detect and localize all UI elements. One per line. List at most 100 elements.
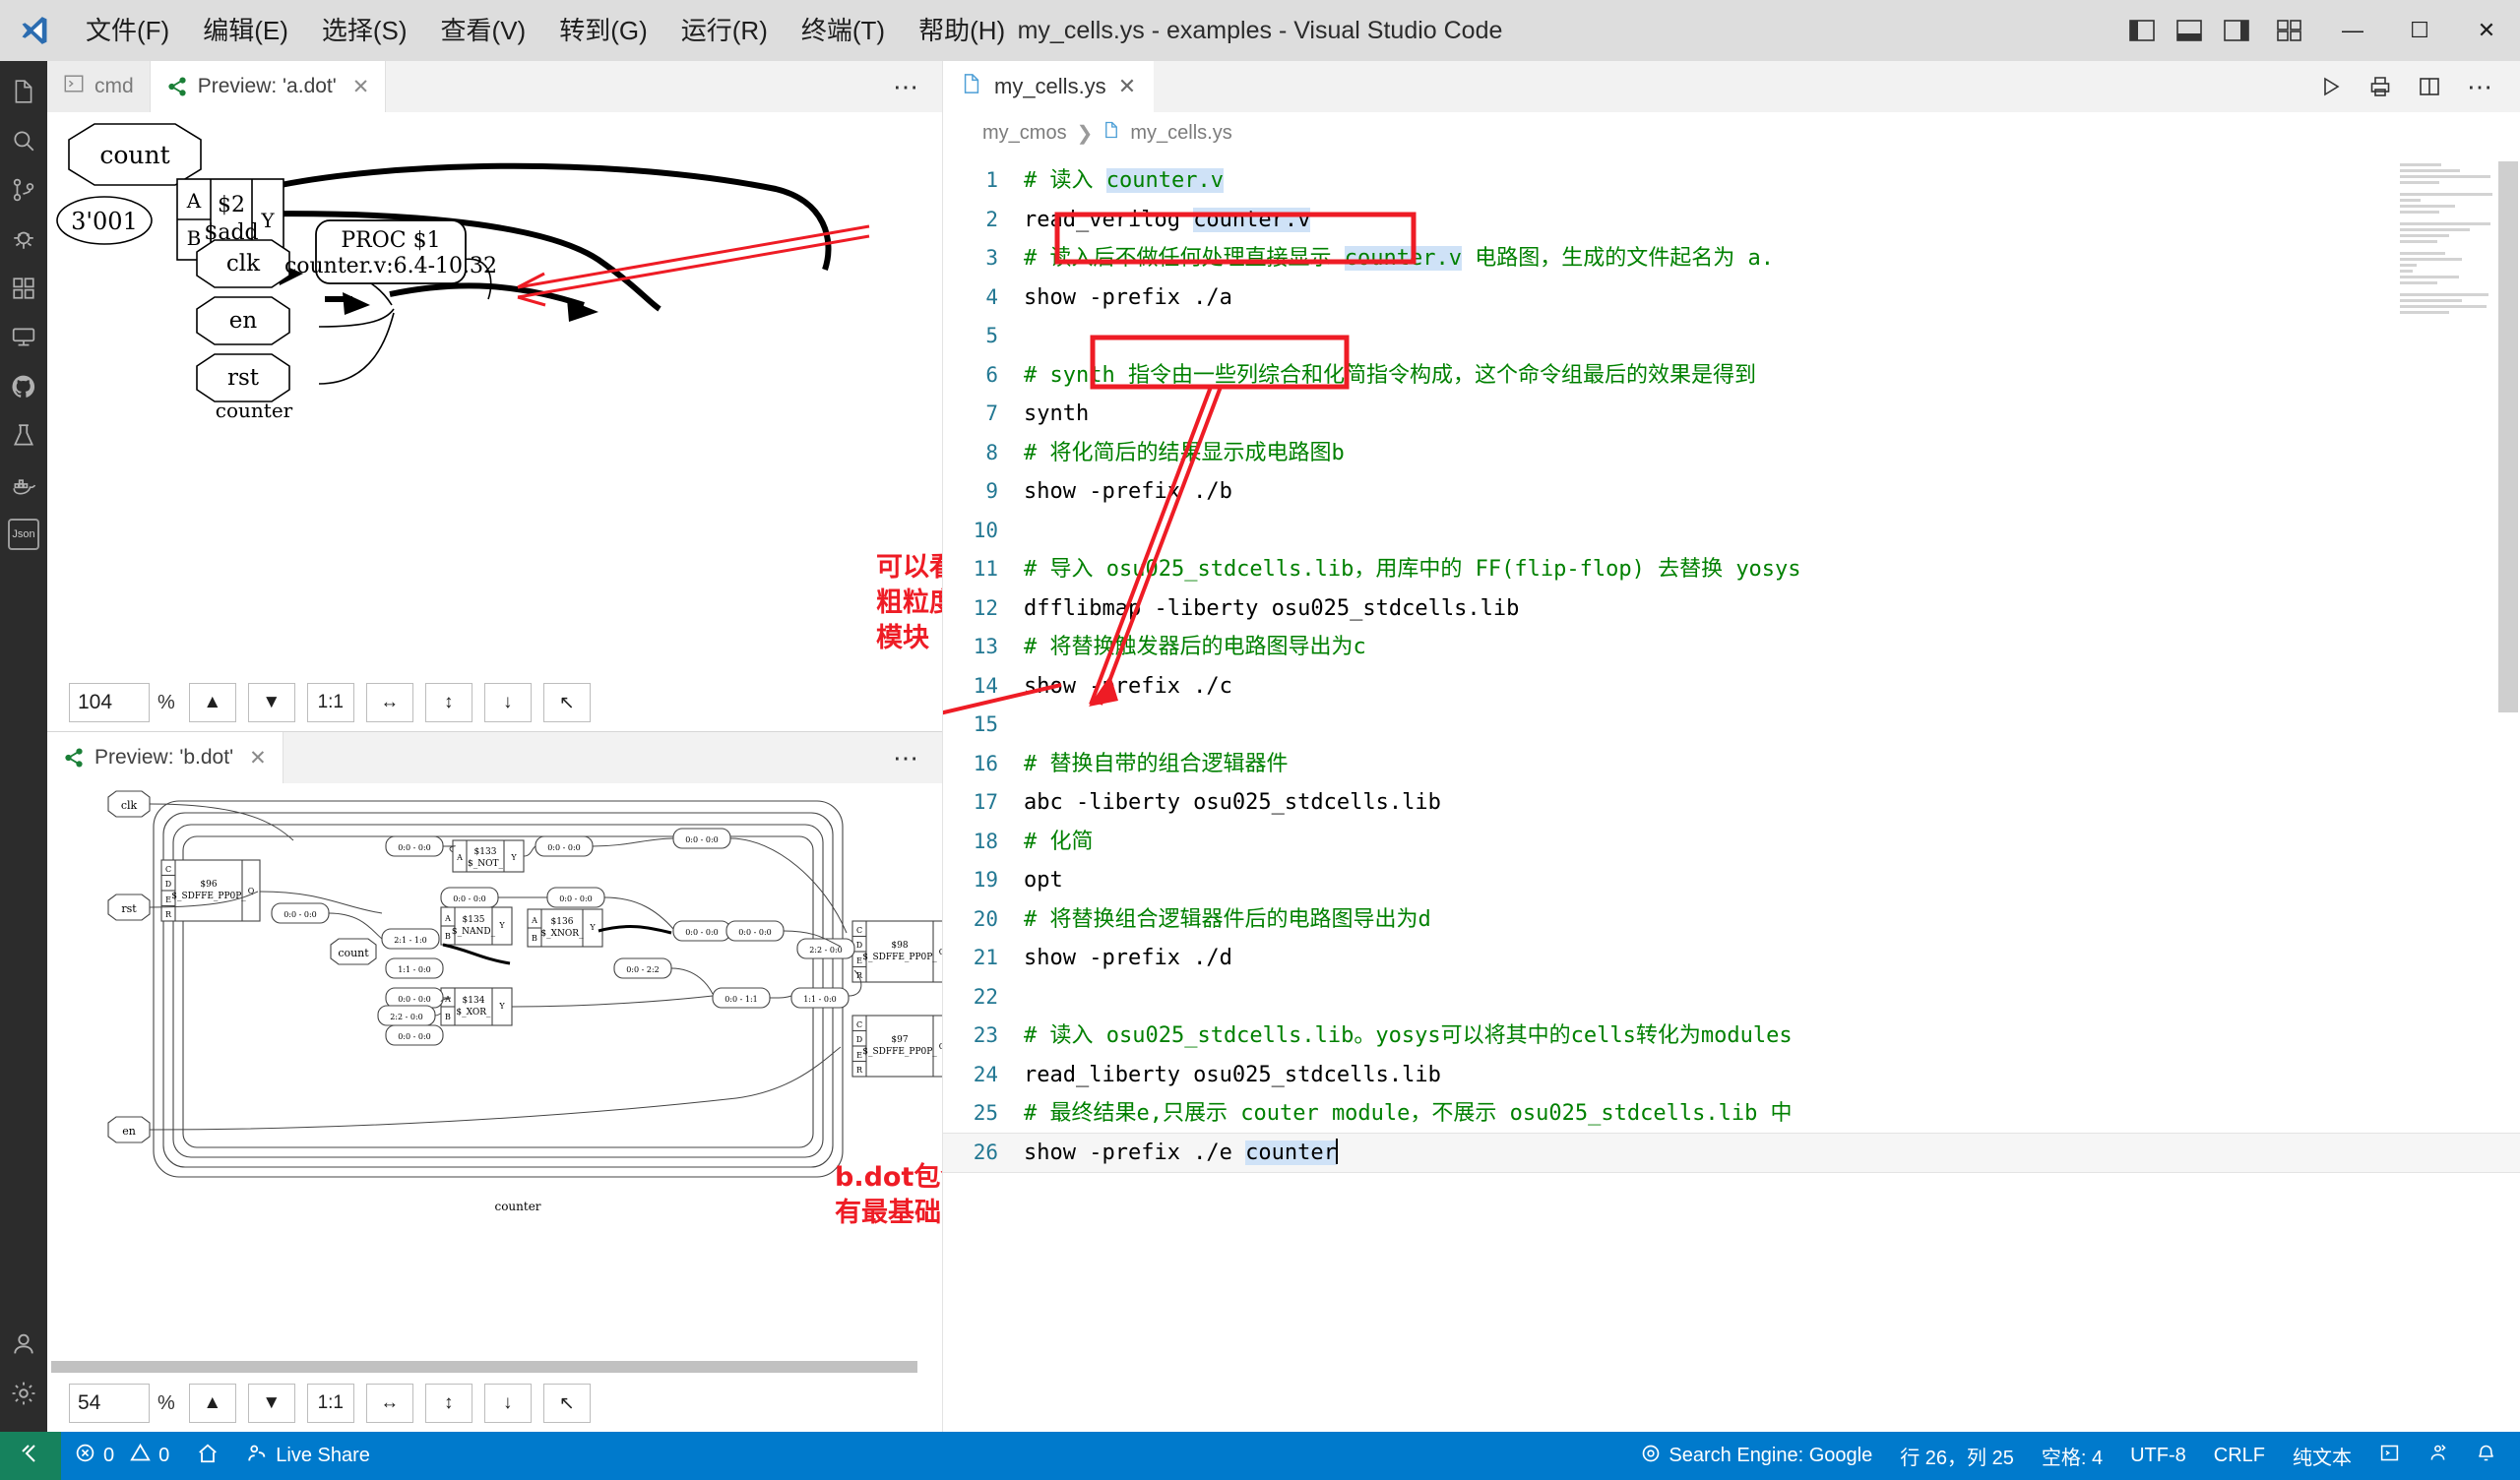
code-line[interactable]: 4 show -prefix ./a (943, 278, 2520, 318)
line-text[interactable]: # 化简 (1024, 823, 1094, 862)
line-text[interactable]: show -prefix ./e counter (1024, 1134, 1338, 1173)
code-line[interactable]: 12 dfflibmap -liberty osu025_stdcells.lib (943, 589, 2520, 629)
code-line[interactable]: 22 (943, 978, 2520, 1018)
code-line[interactable]: 1 # 读入 counter.v (943, 161, 2520, 201)
play-icon[interactable] (2319, 75, 2343, 98)
toggle-sidebar-icon[interactable] (2118, 0, 2166, 61)
code-line[interactable]: 21 show -prefix ./d (943, 939, 2520, 978)
menu-selection[interactable]: 选择(S) (305, 13, 424, 49)
code-line[interactable]: 15 (943, 706, 2520, 745)
fit-page-button[interactable]: ↖ (542, 683, 591, 722)
status-eol[interactable]: CRLF (2200, 1432, 2279, 1480)
editor-vertical-scrollbar[interactable] (2494, 154, 2520, 1432)
zoom-reset-button[interactable]: 1:1 (306, 1384, 354, 1423)
status-cursor-position[interactable]: 行 26，列 25 (1886, 1432, 2028, 1480)
line-text[interactable]: synth (1024, 395, 1089, 434)
toggle-secondary-sidebar-icon[interactable] (2213, 0, 2260, 61)
line-text[interactable]: # synth 指令由一些列综合和化简指令构成，这个命令组最后的效果是得到 (1024, 356, 1756, 396)
line-text[interactable]: # 将替换触发器后的电路图导出为c (1024, 628, 1366, 667)
remote-indicator[interactable] (0, 1432, 61, 1480)
tab-preview-a-dot[interactable]: Preview: 'a.dot' ✕ (150, 61, 387, 112)
fit-width-button[interactable]: ↔ (365, 1384, 413, 1423)
code-line[interactable]: 5 (943, 317, 2520, 356)
code-lines[interactable]: 1 # 读入 counter.v 2 read_verilog counter.v 3 #… (943, 154, 2520, 1173)
code-line[interactable]: 3 # 读入后不做任何处理直接显示 counter.v 电路图，生成的文件起名为 … (943, 239, 2520, 278)
status-home[interactable] (183, 1432, 232, 1480)
code-line[interactable]: 13 # 将替换触发器后的电路图导出为c (943, 628, 2520, 667)
ellipsis-icon[interactable]: ⋯ (893, 74, 920, 99)
close-button[interactable]: ✕ (2453, 0, 2520, 61)
preview-b-tab-actions[interactable]: ⋯ (893, 732, 942, 783)
sidebar-item-json-tools[interactable]: Json (0, 510, 47, 559)
fit-height-button[interactable]: ↕ (424, 683, 472, 722)
sidebar-item-testing[interactable] (0, 411, 47, 461)
code-line[interactable]: 7 synth (943, 395, 2520, 434)
line-text[interactable]: opt (1024, 861, 1063, 900)
fit-down-button[interactable]: ↓ (483, 1384, 532, 1423)
status-feedback[interactable] (2414, 1432, 2462, 1480)
code-line[interactable]: 24 read_liberty osu025_stdcells.lib (943, 1056, 2520, 1095)
tab-preview-b-dot[interactable]: Preview: 'b.dot' ✕ (47, 732, 284, 783)
tab-my-cells-ys[interactable]: my_cells.ys ✕ (943, 61, 1155, 112)
menu-help[interactable]: 帮助(H) (902, 13, 1022, 49)
minimize-button[interactable]: — (2319, 0, 2386, 61)
code-line[interactable]: 25 # 最终结果e,只展示 couter module，不展示 osu025_s… (943, 1094, 2520, 1134)
line-text[interactable]: # 读入 osu025_stdcells.lib。yosys可以将其中的cell… (1024, 1017, 1793, 1056)
line-text[interactable]: # 导入 osu025_stdcells.lib，用库中的 FF(flip-fl… (1024, 550, 1801, 589)
code-editor[interactable]: 1 # 读入 counter.v 2 read_verilog counter.v 3 #… (943, 154, 2520, 1432)
split-editor-icon[interactable] (2418, 75, 2441, 98)
status-indentation[interactable]: 空格: 4 (2028, 1432, 2116, 1480)
menu-edit[interactable]: 编辑(E) (186, 13, 305, 49)
code-line[interactable]: 8 # 将化简后的结果显示成电路图b (943, 434, 2520, 473)
sidebar-item-accounts[interactable] (0, 1320, 47, 1369)
customize-layout-icon[interactable] (2260, 0, 2319, 61)
breadcrumb-file[interactable]: my_cells.ys (1130, 122, 1231, 145)
line-text[interactable]: read_liberty osu025_stdcells.lib (1024, 1056, 1441, 1095)
preview-b-horizontal-scrollbar[interactable] (47, 1361, 942, 1375)
status-notifications[interactable] (2462, 1432, 2510, 1480)
line-text[interactable]: show -prefix ./c (1024, 667, 1232, 707)
code-line[interactable]: 19 opt (943, 861, 2520, 900)
sidebar-item-extensions[interactable] (0, 264, 47, 313)
code-line[interactable]: 6 # synth 指令由一些列综合和化简指令构成，这个命令组最后的效果是得到 (943, 356, 2520, 396)
menu-bar[interactable]: 文件(F) 编辑(E) 选择(S) 查看(V) 转到(G) 运行(R) 终端(T… (69, 13, 1022, 49)
toggle-panel-icon[interactable] (2166, 0, 2213, 61)
sidebar-item-github[interactable] (0, 362, 47, 411)
fit-width-button[interactable]: ↔ (365, 683, 413, 722)
code-line[interactable]: 14 show -prefix ./c (943, 667, 2520, 707)
sidebar-item-settings[interactable] (0, 1369, 47, 1418)
status-language-mode[interactable]: 纯文本 (2279, 1432, 2365, 1480)
line-text[interactable]: dfflibmap -liberty osu025_stdcells.lib (1024, 589, 1519, 629)
menu-go[interactable]: 转到(G) (542, 13, 664, 49)
status-live-share[interactable]: Live Share (232, 1432, 384, 1480)
status-problems[interactable]: 0 0 (61, 1432, 183, 1480)
code-line[interactable]: 26 show -prefix ./e counter (943, 1132, 2520, 1173)
ellipsis-icon[interactable]: ⋯ (2467, 74, 2494, 99)
zoom-input[interactable] (69, 1384, 150, 1423)
line-text[interactable]: show -prefix ./d (1024, 939, 1232, 978)
sidebar-item-run-debug[interactable] (0, 215, 47, 264)
maximize-button[interactable]: ☐ (2386, 0, 2453, 61)
ellipsis-icon[interactable]: ⋯ (893, 745, 920, 771)
printer-icon[interactable] (2368, 75, 2392, 98)
line-text[interactable]: # 将替换组合逻辑器件后的电路图导出为d (1024, 900, 1431, 940)
fit-height-button[interactable]: ↕ (424, 1384, 472, 1423)
line-text[interactable]: # 替换自带的组合逻辑器件 (1024, 745, 1289, 784)
menu-view[interactable]: 查看(V) (424, 13, 543, 49)
code-line[interactable]: 16 # 替换自带的组合逻辑器件 (943, 745, 2520, 784)
zoom-in-button[interactable]: ▲ (188, 1384, 236, 1423)
zoom-input[interactable] (69, 683, 150, 722)
menu-run[interactable]: 运行(R) (664, 13, 785, 49)
sidebar-item-docker[interactable] (0, 461, 47, 510)
minimap[interactable] (2400, 163, 2494, 360)
code-line[interactable]: 10 (943, 512, 2520, 551)
code-line[interactable]: 11 # 导入 osu025_stdcells.lib，用库中的 FF(flip-… (943, 550, 2520, 589)
line-text[interactable]: # 读入后不做任何处理直接显示 counter.v 电路图，生成的文件起名为 a… (1024, 239, 1774, 278)
breadcrumb[interactable]: my_cmos ❯ my_cells.ys (943, 112, 2520, 154)
fit-down-button[interactable]: ↓ (483, 683, 532, 722)
line-text[interactable]: show -prefix ./b (1024, 472, 1232, 512)
sidebar-item-remote-explorer[interactable] (0, 313, 47, 362)
preview-a-canvas[interactable]: count 3'001 A B Y $2 $add clk en rst PRO… (47, 112, 942, 674)
code-line[interactable]: 18 # 化简 (943, 823, 2520, 862)
close-icon[interactable]: ✕ (1118, 74, 1136, 99)
